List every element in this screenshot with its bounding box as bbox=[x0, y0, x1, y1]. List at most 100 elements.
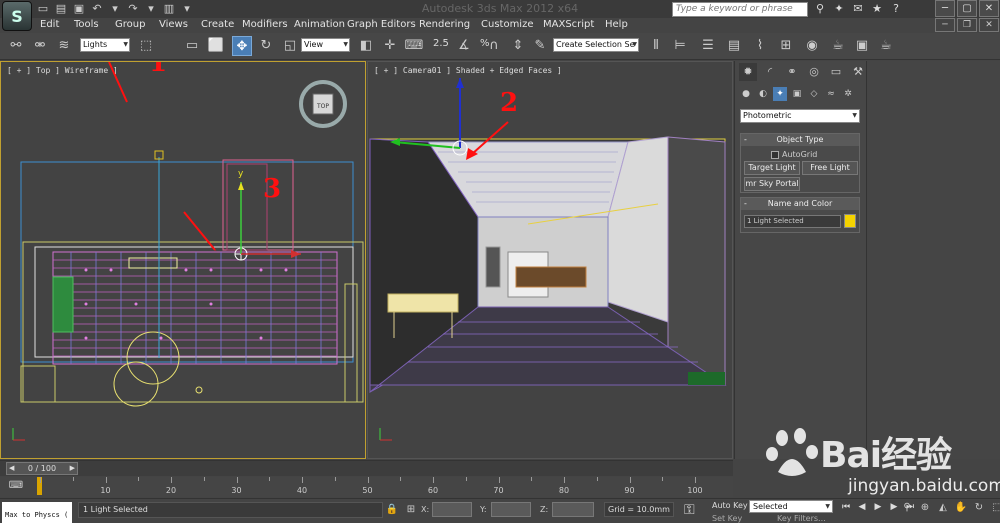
undo-dropdown-icon[interactable]: ▾ bbox=[108, 2, 122, 16]
graphite-ribbon-icon[interactable]: ▤ bbox=[724, 36, 744, 56]
top-viewport[interactable]: [ + ] Top ] Wireframe ] TOP y 1 3 bbox=[0, 61, 366, 459]
close-button[interactable]: ✕ bbox=[979, 0, 999, 17]
zoom-icon[interactable]: ⚲ bbox=[900, 501, 914, 515]
new-file-icon[interactable]: ▭ bbox=[36, 2, 50, 16]
geometry-icon[interactable]: ● bbox=[739, 87, 753, 101]
menu-create[interactable]: Create bbox=[201, 19, 234, 30]
favorites-icon[interactable]: ★ bbox=[869, 1, 885, 17]
motion-panel-icon[interactable]: ◎ bbox=[805, 63, 823, 81]
mr-sky-portal-button[interactable]: mr Sky Portal bbox=[744, 177, 800, 191]
menu-views[interactable]: Views bbox=[159, 19, 188, 30]
bind-space-warp-icon[interactable]: ≋ bbox=[54, 36, 74, 56]
select-by-name-icon[interactable]: ▭ bbox=[182, 36, 202, 56]
undo-icon[interactable]: ↶ bbox=[90, 2, 104, 16]
menu-help[interactable]: Help bbox=[605, 19, 628, 30]
rendered-frame-window-icon[interactable]: ▣ bbox=[852, 36, 872, 56]
target-light-button[interactable]: Target Light bbox=[744, 161, 800, 175]
pan-icon[interactable]: ✋ bbox=[954, 501, 968, 515]
menu-graph-editors[interactable]: Graph Editors bbox=[347, 19, 416, 30]
name-and-color-header[interactable]: - Name and Color bbox=[741, 198, 859, 210]
menu-rendering[interactable]: Rendering bbox=[419, 19, 470, 30]
orbit-icon[interactable]: ↻ bbox=[972, 501, 986, 515]
binoculars-icon[interactable]: ⚲ bbox=[812, 1, 828, 17]
object-color-swatch[interactable] bbox=[844, 214, 856, 228]
doc-restore-button[interactable]: ❐ bbox=[957, 18, 977, 32]
menu-tools[interactable]: Tools bbox=[74, 19, 99, 30]
keyboard-shortcut-icon[interactable]: ⌨ bbox=[404, 36, 424, 56]
display-panel-icon[interactable]: ▭ bbox=[827, 63, 845, 81]
angle-snap-icon[interactable]: ∡ bbox=[454, 36, 474, 56]
autogrid-box[interactable] bbox=[771, 150, 779, 159]
next-frame-icon[interactable]: ▶ bbox=[888, 501, 900, 513]
layer-manager-icon[interactable]: ☰ bbox=[698, 36, 718, 56]
key-selection-dropdown[interactable]: Selected bbox=[749, 500, 833, 513]
select-and-scale-icon[interactable]: ◱ bbox=[280, 36, 300, 56]
doc-close-button[interactable]: ✕ bbox=[979, 18, 999, 32]
utilities-panel-icon[interactable]: ⚒ bbox=[849, 63, 867, 81]
autogrid-checkbox[interactable]: AutoGrid bbox=[771, 150, 817, 159]
x-coordinate-field[interactable] bbox=[432, 502, 472, 517]
select-object-icon[interactable]: ⬚ bbox=[136, 36, 156, 56]
search-input[interactable]: Type a keyword or phrase bbox=[672, 2, 808, 17]
maximize-button[interactable]: ▢ bbox=[957, 0, 977, 17]
key-filters-button[interactable]: Key Filters... bbox=[777, 514, 826, 523]
edit-named-selection-icon[interactable]: ✎ bbox=[530, 36, 550, 56]
menu-group[interactable]: Group bbox=[115, 19, 145, 30]
hierarchy-panel-icon[interactable]: ⚭ bbox=[783, 63, 801, 81]
menu-animation[interactable]: Animation bbox=[294, 19, 345, 30]
zoom-all-icon[interactable]: ⊕ bbox=[918, 501, 932, 515]
modify-panel-icon[interactable]: ◜ bbox=[761, 63, 779, 81]
time-prev-icon[interactable]: ◀ bbox=[9, 463, 14, 474]
time-slider-thumb[interactable]: ◀ 0 / 100 ▶ bbox=[6, 462, 78, 475]
select-manipulate-icon[interactable]: ✛ bbox=[380, 36, 400, 56]
y-coordinate-field[interactable] bbox=[491, 502, 531, 517]
align-icon[interactable]: ⊨ bbox=[670, 36, 690, 56]
light-type-dropdown[interactable]: Photometric bbox=[740, 109, 860, 123]
create-panel-icon[interactable]: ✹ bbox=[739, 63, 757, 81]
mirror-icon[interactable]: ⫴ bbox=[646, 36, 666, 56]
go-to-start-icon[interactable]: ⏮ bbox=[840, 501, 852, 513]
select-and-move-icon[interactable]: ✥ bbox=[232, 36, 252, 56]
doc-minimize-button[interactable]: ─ bbox=[935, 18, 955, 32]
space-warps-icon[interactable]: ≈ bbox=[824, 87, 838, 101]
named-selection-dropdown[interactable]: Create Selection Se bbox=[553, 38, 639, 52]
help-icon[interactable]: ? bbox=[888, 1, 904, 17]
app-logo-icon[interactable]: S bbox=[2, 1, 32, 31]
object-name-field[interactable]: 1 Light Selected bbox=[744, 215, 841, 228]
communication-icon[interactable]: ✉ bbox=[850, 1, 866, 17]
auto-key-button[interactable]: Auto Key bbox=[712, 501, 748, 510]
pivot-center-icon[interactable]: ◧ bbox=[356, 36, 376, 56]
free-light-button[interactable]: Free Light bbox=[802, 161, 858, 175]
redo-dropdown-icon[interactable]: ▾ bbox=[144, 2, 158, 16]
select-link-icon[interactable]: ⚯ bbox=[6, 36, 26, 56]
unlink-icon[interactable]: ⚮ bbox=[30, 36, 50, 56]
schematic-view-icon[interactable]: ⊞ bbox=[776, 36, 796, 56]
project-folder-icon[interactable]: ▥ bbox=[162, 2, 176, 16]
menu-modifiers[interactable]: Modifiers bbox=[242, 19, 288, 30]
camera-viewport[interactable]: [ + ] Camera01 ] Shaded + Edged Faces ] bbox=[367, 61, 733, 459]
mini-curve-editor-icon[interactable]: ⌨ bbox=[8, 480, 24, 494]
set-key-icon[interactable]: ⚿ bbox=[684, 502, 695, 518]
cameras-icon[interactable]: ▣ bbox=[790, 87, 804, 101]
menu-maxscript[interactable]: MAXScript bbox=[543, 19, 594, 30]
minimize-button[interactable]: ─ bbox=[935, 0, 955, 17]
material-editor-icon[interactable]: ◉ bbox=[802, 36, 822, 56]
save-icon[interactable]: ▣ bbox=[72, 2, 86, 16]
menu-edit[interactable]: Edit bbox=[40, 19, 59, 30]
object-type-header[interactable]: - Object Type bbox=[741, 134, 859, 146]
time-slider[interactable]: ◀ 0 / 100 ▶ bbox=[0, 460, 733, 476]
menu-customize[interactable]: Customize bbox=[481, 19, 534, 30]
quick-access-dropdown-icon[interactable]: ▾ bbox=[180, 2, 194, 16]
reference-coordinate-dropdown[interactable]: View bbox=[301, 38, 350, 52]
selection-filter-dropdown[interactable]: Lights bbox=[80, 38, 130, 52]
set-key-button[interactable]: Set Key bbox=[712, 514, 742, 523]
curve-editor-icon[interactable]: ⌇ bbox=[750, 36, 770, 56]
snaps-toggle[interactable]: 2.5 bbox=[433, 38, 449, 49]
track-bar[interactable]: ⌨ 10 20 30 40 50 60 70 80 90 100 bbox=[0, 477, 733, 497]
z-coordinate-field[interactable] bbox=[552, 502, 594, 517]
maxscript-listener[interactable]: Max to Physcs ( bbox=[2, 502, 72, 523]
rectangular-selection-icon[interactable]: ⬜ bbox=[206, 36, 226, 56]
render-production-icon[interactable]: ☕ bbox=[876, 36, 896, 56]
render-setup-icon[interactable]: ☕ bbox=[828, 36, 848, 56]
open-file-icon[interactable]: ▤ bbox=[54, 2, 68, 16]
